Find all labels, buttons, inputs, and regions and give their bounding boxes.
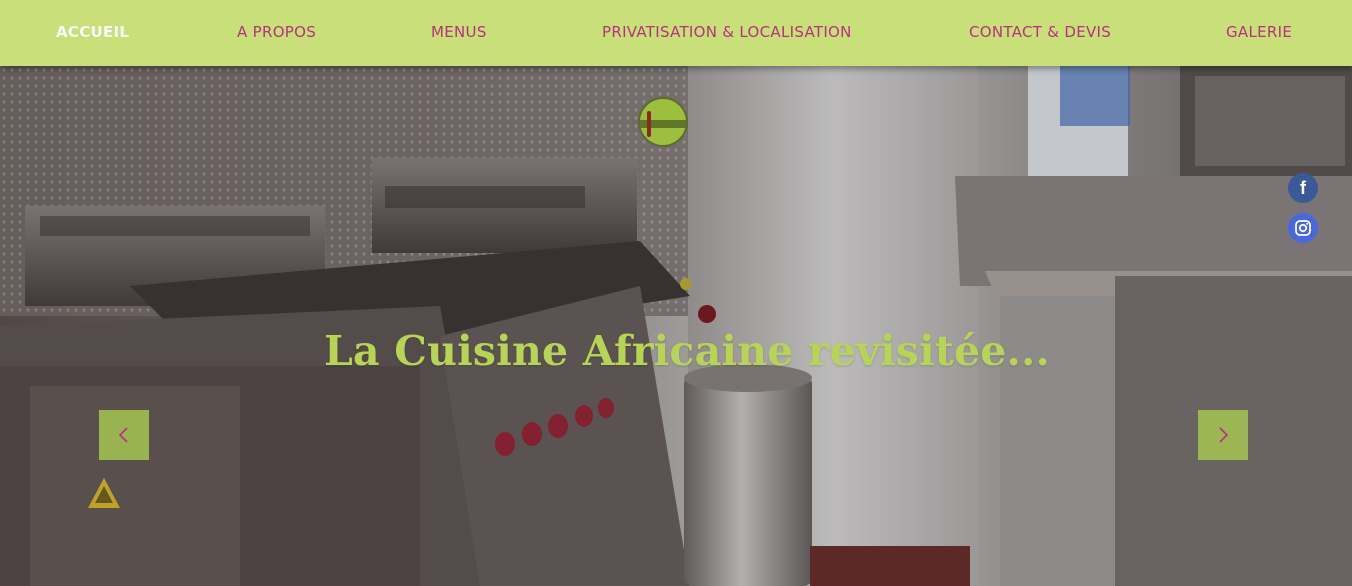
chevron-right-icon [1219,427,1229,443]
facebook-link[interactable]: f [1288,173,1318,203]
main-navigation: ACCUEIL A PROPOS MENUS PRIVATISATION & L… [0,0,1352,66]
hero-headline: La Cuisine Africaine revisitée... [324,327,1050,375]
hero-overlay [0,66,1352,586]
instagram-icon [1295,220,1311,236]
slideshow-next-button[interactable] [1198,410,1248,460]
hero-slideshow: La Cuisine Africaine revisitée... f [0,66,1352,586]
chevron-left-icon [118,427,128,443]
slideshow-prev-button[interactable] [99,410,149,460]
nav-item-a-propos[interactable]: A PROPOS [237,0,316,66]
nav-item-accueil[interactable]: ACCUEIL [56,0,129,66]
nav-item-galerie[interactable]: GALERIE [1226,0,1292,66]
restaurant-logo[interactable] [638,97,688,147]
nav-item-privatisation-localisation[interactable]: PRIVATISATION & LOCALISATION [602,0,852,66]
instagram-link[interactable] [1288,213,1318,243]
nav-item-menus[interactable]: MENUS [431,0,487,66]
facebook-icon: f [1300,178,1306,198]
nav-item-contact-devis[interactable]: CONTACT & DEVIS [969,0,1111,66]
